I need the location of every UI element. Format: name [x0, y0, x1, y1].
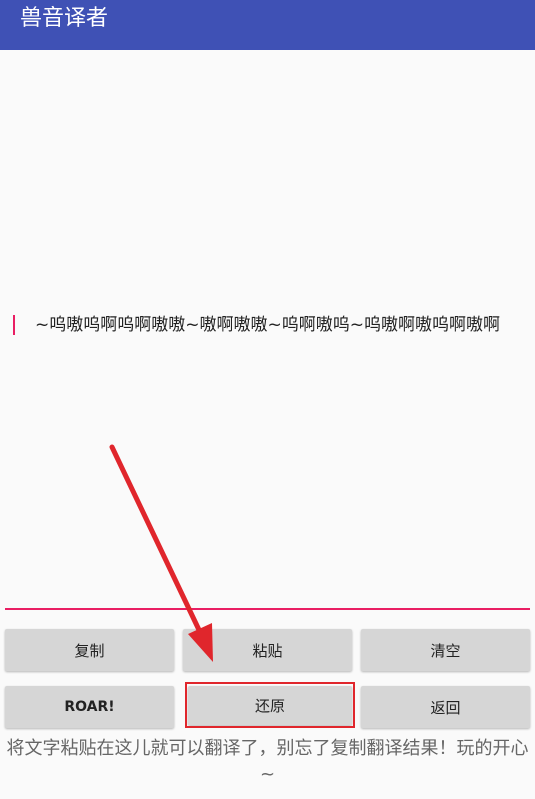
text-field-underline [5, 608, 530, 610]
translation-text: ~呜嗷呜啊呜啊嗷嗷~嗷啊嗷嗷~呜啊嗷呜~呜嗷啊嗷呜啊嗷啊 [35, 315, 500, 335]
back-button[interactable]: 返回 [361, 686, 530, 728]
app-bar: 兽音译者 [0, 0, 535, 50]
translation-text-field[interactable]: ~呜嗷呜啊呜啊嗷嗷~嗷啊嗷嗷~呜啊嗷呜~呜嗷啊嗷呜啊嗷啊 [5, 54, 530, 610]
copy-button[interactable]: 复制 [5, 629, 174, 671]
roar-button[interactable]: ROAR! [5, 686, 174, 728]
paste-button[interactable]: 粘贴 [183, 629, 352, 671]
hint-text: 将文字粘贴在这儿就可以翻译了，别忘了复制翻译结果！玩的开心~ [6, 738, 529, 785]
clear-button[interactable]: 清空 [361, 629, 530, 671]
app-title: 兽音译者 [20, 6, 109, 31]
restore-highlight-box [185, 682, 355, 728]
